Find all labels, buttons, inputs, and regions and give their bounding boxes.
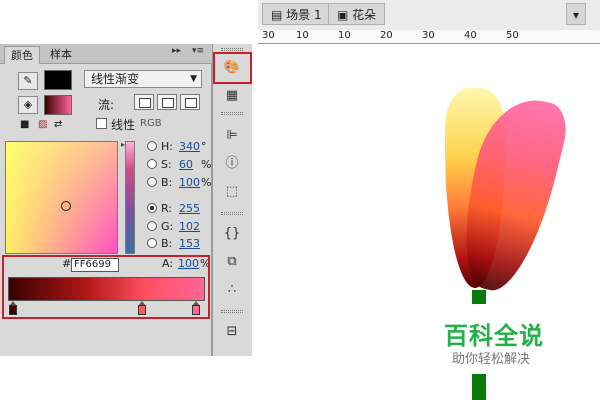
paint-bucket-icon[interactable]: ◈ bbox=[18, 96, 38, 114]
hue-radio[interactable] bbox=[147, 141, 157, 151]
gradient-stop-1[interactable] bbox=[9, 301, 17, 315]
panel-menu-icon[interactable]: ▾≡ bbox=[192, 46, 204, 56]
clapper-icon: ▾ bbox=[573, 8, 580, 22]
stroke-color-swatch[interactable] bbox=[44, 70, 72, 90]
linear-rgb-label: 线性 bbox=[111, 118, 136, 132]
tab-swatches[interactable]: 样本 bbox=[44, 46, 78, 64]
align-icon[interactable]: ⊫ bbox=[221, 126, 243, 146]
swap-colors-icon[interactable]: ⇄ bbox=[54, 119, 62, 130]
flow-extend-button[interactable] bbox=[134, 94, 154, 110]
black-white-icon[interactable]: ■ bbox=[20, 119, 29, 130]
green-radio[interactable] bbox=[147, 221, 157, 231]
red-value[interactable]: 255 bbox=[179, 202, 200, 215]
breadcrumb-symbol[interactable]: ▣ 花朵 bbox=[328, 3, 386, 25]
motion-presets-icon[interactable]: ∴ bbox=[221, 280, 243, 300]
edit-scene-button[interactable]: ▾ bbox=[566, 3, 587, 25]
color-button-highlight bbox=[213, 52, 252, 84]
flow-label: 流: bbox=[98, 98, 115, 112]
library-icon[interactable]: ⊟ bbox=[221, 322, 243, 342]
breadcrumb-scene[interactable]: ▤ 场景 1 bbox=[262, 3, 331, 25]
fill-type-value: 线性渐变 bbox=[91, 72, 140, 86]
toolbar-separator bbox=[221, 212, 243, 215]
actions-icon[interactable]: {} bbox=[221, 224, 243, 244]
symbol-icon: ▣ bbox=[337, 8, 353, 22]
red-radio[interactable] bbox=[147, 203, 157, 213]
brightness-value[interactable]: 100 bbox=[179, 176, 200, 189]
gradient-stop-2[interactable] bbox=[138, 301, 146, 315]
transform-icon[interactable]: ⬚ bbox=[221, 182, 243, 202]
color-picker-square[interactable] bbox=[5, 141, 118, 254]
rgb-label: RGB bbox=[140, 118, 162, 129]
stroke-color-pen-icon[interactable]: ✎ bbox=[18, 72, 38, 90]
tab-color[interactable]: 颜色 bbox=[4, 46, 40, 64]
swatches-grid-icon[interactable]: ▦ bbox=[221, 86, 243, 106]
panel-collapse-icon[interactable]: ▸▸ bbox=[172, 46, 181, 56]
scene-bar: ▤ 场景 1 ▣ 花朵 ▾ bbox=[258, 0, 600, 30]
toolbar-separator bbox=[221, 310, 243, 313]
watermark-title: 百科全说 bbox=[444, 322, 544, 350]
chevron-down-icon: ▼ bbox=[190, 74, 197, 84]
linear-rgb-checkbox[interactable] bbox=[96, 118, 107, 129]
panel-dock-toolbar: 🎨 ▦ ⊫ ⓘ ⬚ {} ⧉ ∴ ⊟ bbox=[212, 44, 252, 356]
saturation-value[interactable]: 60 bbox=[179, 158, 193, 171]
info-icon[interactable]: ⓘ bbox=[221, 154, 243, 174]
hue-value[interactable]: 340 bbox=[179, 140, 200, 153]
flower-stem[interactable] bbox=[472, 290, 486, 304]
flow-reflect-button[interactable] bbox=[157, 94, 177, 110]
fill-type-select[interactable]: 线性渐变 ▼ bbox=[84, 70, 202, 88]
no-color-icon[interactable]: ▨ bbox=[38, 119, 47, 130]
panel-tab-bar: 颜色 样本 ▸▸ ▾≡ bbox=[0, 44, 212, 64]
components-icon[interactable]: ⧉ bbox=[221, 252, 243, 272]
brightness-radio[interactable] bbox=[147, 177, 157, 187]
blue-value[interactable]: 153 bbox=[179, 237, 200, 250]
toolbar-grip bbox=[221, 48, 243, 51]
scene-icon: ▤ bbox=[271, 8, 287, 22]
color-panel: 颜色 样本 ▸▸ ▾≡ ✎ ◈ ■ ▨ ⇄ 线性渐变 ▼ 流: 线性 RGB ▸… bbox=[0, 44, 212, 356]
green-value[interactable]: 102 bbox=[179, 220, 200, 233]
watermark-subtitle: 助你轻松解决 bbox=[452, 352, 531, 367]
fill-color-swatch[interactable] bbox=[44, 95, 72, 115]
saturation-radio[interactable] bbox=[147, 159, 157, 169]
toolbar-separator bbox=[221, 112, 243, 115]
flow-repeat-button[interactable] bbox=[180, 94, 200, 110]
blue-radio[interactable] bbox=[147, 238, 157, 248]
hue-slider[interactable] bbox=[125, 141, 135, 254]
horizontal-ruler: 30 10 10 20 30 40 50 bbox=[258, 30, 600, 44]
picker-cursor[interactable] bbox=[61, 201, 71, 211]
flower-stem-lower[interactable] bbox=[472, 374, 486, 400]
gradient-bar[interactable] bbox=[8, 277, 205, 301]
gradient-stop-3[interactable] bbox=[192, 301, 200, 315]
